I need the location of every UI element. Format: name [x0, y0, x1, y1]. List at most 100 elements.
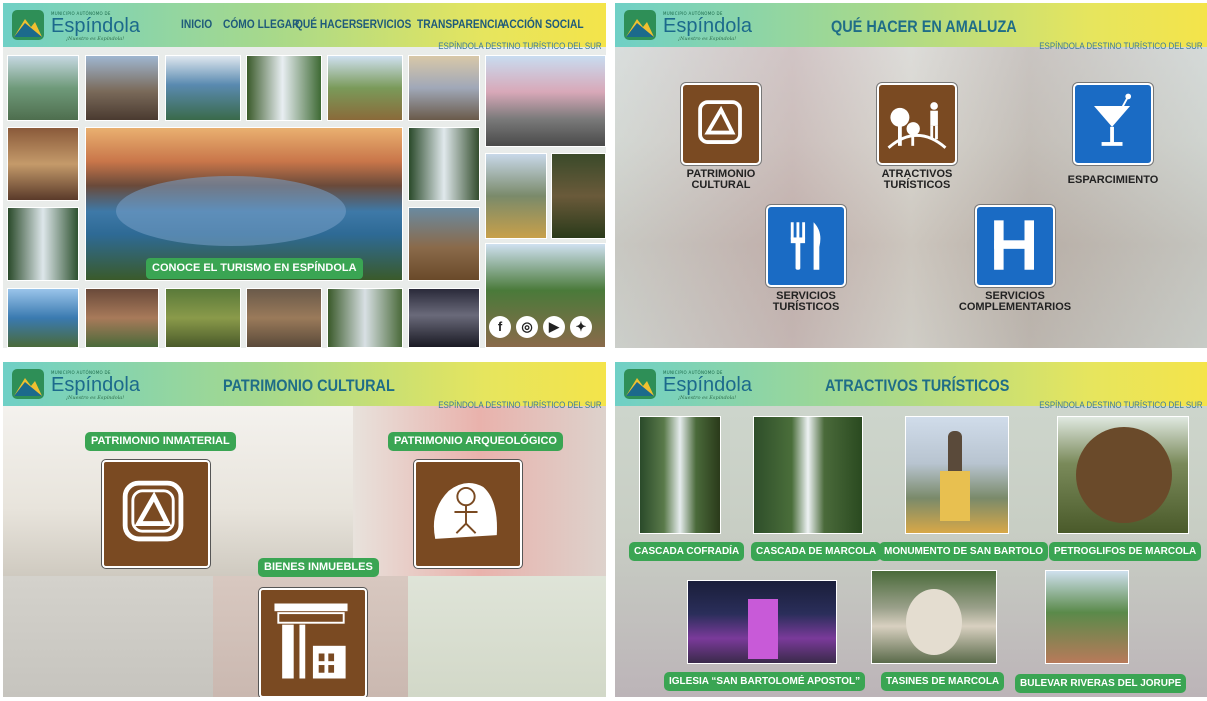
photo-tasines-marcola[interactable] — [871, 570, 997, 664]
photo-dusk[interactable] — [408, 288, 480, 348]
nav-servicios[interactable]: SERVICIOS — [356, 17, 411, 31]
photo-petroglyph[interactable] — [551, 153, 606, 239]
nav-inicio[interactable]: INICIO — [181, 17, 212, 31]
label-line-2: TURÍSTICOS — [883, 179, 951, 191]
mountain-logo-icon — [624, 10, 656, 40]
brand-name: Espíndola — [51, 374, 140, 396]
brand-logo[interactable]: MUNICIPIO AUTÓNOMO DE Espíndola ¡Nuestro… — [623, 9, 763, 43]
label-esparcimiento[interactable]: ESPARCIMIENTO — [1053, 175, 1173, 186]
photo-church-town[interactable] — [485, 55, 606, 147]
header-bar: MUNICIPIO AUTÓNOMO DE Espíndola ¡Nuestro… — [3, 3, 606, 51]
header-bar: MUNICIPIO AUTÓNOMO DE Espíndola ¡Nuestro… — [615, 362, 1207, 410]
youtube-icon[interactable]: ▶ — [543, 316, 565, 338]
sign-patrimonio-cultural[interactable] — [681, 83, 761, 165]
archaeological-site-icon — [698, 100, 742, 144]
nav-transparencia[interactable]: TRANSPARENCIA — [417, 17, 505, 31]
brand-name: Espíndola — [51, 15, 140, 37]
header-subtitle: ESPÍNDOLA DESTINO TURÍSTICO DEL SUR — [438, 400, 602, 410]
photo-mill[interactable] — [246, 288, 322, 348]
label-servicios-turisticos[interactable]: SERVICIOS TURÍSTICOS — [756, 291, 856, 313]
label-line-1: ESPARCIMIENTO — [1067, 174, 1159, 186]
sign-esparcimiento[interactable] — [1073, 83, 1153, 165]
header-bar: MUNICIPIO AUTÓNOMO DE Espíndola ¡Nuestro… — [615, 3, 1207, 51]
label-monumento-san-bartolo[interactable]: MONUMENTO DE SAN BARTOLO — [879, 542, 1049, 561]
photo-cascada-cofradia[interactable] — [639, 416, 721, 534]
photo-petroglifos-marcola[interactable] — [1057, 416, 1189, 534]
header-subtitle: ESPÍNDOLA DESTINO TURÍSTICO DEL SUR — [1039, 41, 1203, 51]
cta-conoce-turismo[interactable]: CONOCE EL TURISMO EN ESPÍNDOLA — [146, 258, 363, 279]
nav-que-hacer[interactable]: QUÉ HACER — [295, 17, 356, 31]
label-bulevar-riveras[interactable]: BULEVAR RIVERAS DEL JORUPE — [1015, 674, 1187, 693]
photo-interior[interactable] — [7, 127, 79, 201]
label-cascada-marcola[interactable]: CASCADA DE MARCOLA — [751, 542, 882, 561]
instagram-icon[interactable]: ◎ — [516, 316, 538, 338]
que-hacer-screen: MUNICIPIO AUTÓNOMO DE Espíndola ¡Nuestro… — [615, 3, 1207, 348]
page-title: ATRACTIVOS TURÍSTICOS — [825, 376, 1010, 395]
photo-forest-trail[interactable] — [165, 288, 241, 348]
brand-name: Espíndola — [663, 15, 752, 37]
label-line-2: TURÍSTICOS — [772, 301, 840, 313]
photo-cascada-marcola[interactable] — [753, 416, 863, 534]
photo-waterfall-2[interactable] — [7, 207, 79, 281]
photo-waterfall-4[interactable] — [327, 288, 403, 348]
label-bienes-inmuebles[interactable]: BIENES INMUEBLES — [258, 558, 379, 577]
nav-como-llegar[interactable]: CÓMO LLEGAR — [223, 17, 300, 31]
photo-iglesia-san-bartolome[interactable] — [687, 580, 837, 664]
nature-attraction-icon — [887, 102, 947, 149]
twitter-icon[interactable]: ✦ — [570, 316, 592, 338]
label-servicios-complementarios[interactable]: SERVICIOS COMPLEMENTARIOS — [950, 291, 1080, 313]
sign-bienes-inmuebles[interactable] — [259, 588, 367, 697]
photo-artisan[interactable] — [408, 55, 480, 121]
brand-logo[interactable]: MUNICIPIO AUTÓNOMO DE Espíndola ¡Nuestro… — [11, 368, 151, 402]
nav-accion-social[interactable]: ACCIÓN SOCIAL — [502, 17, 584, 31]
sign-patrimonio-arqueologico[interactable] — [414, 460, 522, 568]
photo-monument[interactable] — [485, 153, 547, 239]
rock-shape — [906, 589, 962, 655]
petroglyph-icon — [433, 482, 497, 539]
photo-blue-lake[interactable] — [7, 288, 79, 348]
label-atractivos-turisticos[interactable]: ATRACTIVOS TURÍSTICOS — [877, 169, 957, 191]
photo-canyon[interactable] — [408, 207, 480, 281]
facebook-icon[interactable]: f — [489, 316, 511, 338]
brand-tagline: ¡Nuestro es Espíndola! — [678, 36, 737, 42]
header-subtitle: ESPÍNDOLA DESTINO TURÍSTICO DEL SUR — [1039, 400, 1203, 410]
label-iglesia-san-bartolome[interactable]: IGLESIA “SAN BARTOLOMÉ APOSTOL” — [664, 672, 866, 691]
brand-logo[interactable]: MUNICIPIO AUTÓNOMO DE Espíndola ¡Nuestro… — [11, 9, 151, 43]
mountain-logo-icon — [12, 10, 44, 40]
brand-name: Espíndola — [663, 374, 752, 396]
label-tasines-marcola[interactable]: TASINES DE MARCOLA — [881, 672, 1005, 691]
photo-people[interactable] — [85, 288, 159, 348]
label-line-2: COMPLEMENTARIOS — [958, 301, 1072, 313]
label-patrimonio-arqueologico[interactable]: PATRIMONIO ARQUEOLÓGICO — [388, 432, 563, 451]
lagoon-shape — [116, 176, 346, 246]
label-patrimonio-inmaterial[interactable]: PATRIMONIO INMATERIAL — [85, 432, 236, 451]
bg-stone — [3, 576, 213, 697]
photo-mountain-ridge[interactable] — [85, 55, 159, 121]
archaeological-site-icon — [122, 480, 184, 542]
label-cascada-cofradia[interactable]: CASCADA COFRADÍA — [629, 542, 745, 561]
sign-atractivos-turisticos[interactable] — [877, 83, 957, 165]
sign-servicios-complementarios[interactable] — [975, 205, 1055, 287]
photo-highlands[interactable] — [327, 55, 403, 121]
page-title: PATRIMONIO CULTURAL — [223, 376, 395, 395]
photo-monumento-san-bartolo[interactable] — [905, 416, 1009, 534]
building-facade-icon — [274, 603, 348, 679]
hospital-h-icon — [994, 220, 1034, 270]
photo-lagoon[interactable] — [7, 55, 79, 121]
sign-servicios-turisticos[interactable] — [766, 205, 846, 287]
label-patrimonio-cultural[interactable]: PATRIMONIO CULTURAL — [681, 169, 761, 191]
header-subtitle: ESPÍNDOLA DESTINO TURÍSTICO DEL SUR — [438, 41, 602, 51]
photo-bulevar-riveras[interactable] — [1045, 570, 1129, 664]
label-petroglifos-marcola[interactable]: PETROGLIFOS DE MARCOLA — [1049, 542, 1202, 561]
sign-patrimonio-inmaterial[interactable] — [102, 460, 210, 568]
brand-logo[interactable]: MUNICIPIO AUTÓNOMO DE Espíndola ¡Nuestro… — [623, 368, 763, 402]
home-screen: MUNICIPIO AUTÓNOMO DE Espíndola ¡Nuestro… — [3, 3, 606, 348]
photo-lake-valley[interactable] — [165, 55, 241, 121]
boulder-shape — [1076, 427, 1172, 523]
photo-waterfall[interactable] — [246, 55, 322, 121]
bg-vegetation — [408, 576, 606, 697]
photo-falls-3[interactable] — [408, 127, 480, 201]
cocktail-glass-icon — [1094, 93, 1132, 146]
pedestal-shape — [940, 471, 970, 521]
church-shape — [748, 599, 778, 659]
